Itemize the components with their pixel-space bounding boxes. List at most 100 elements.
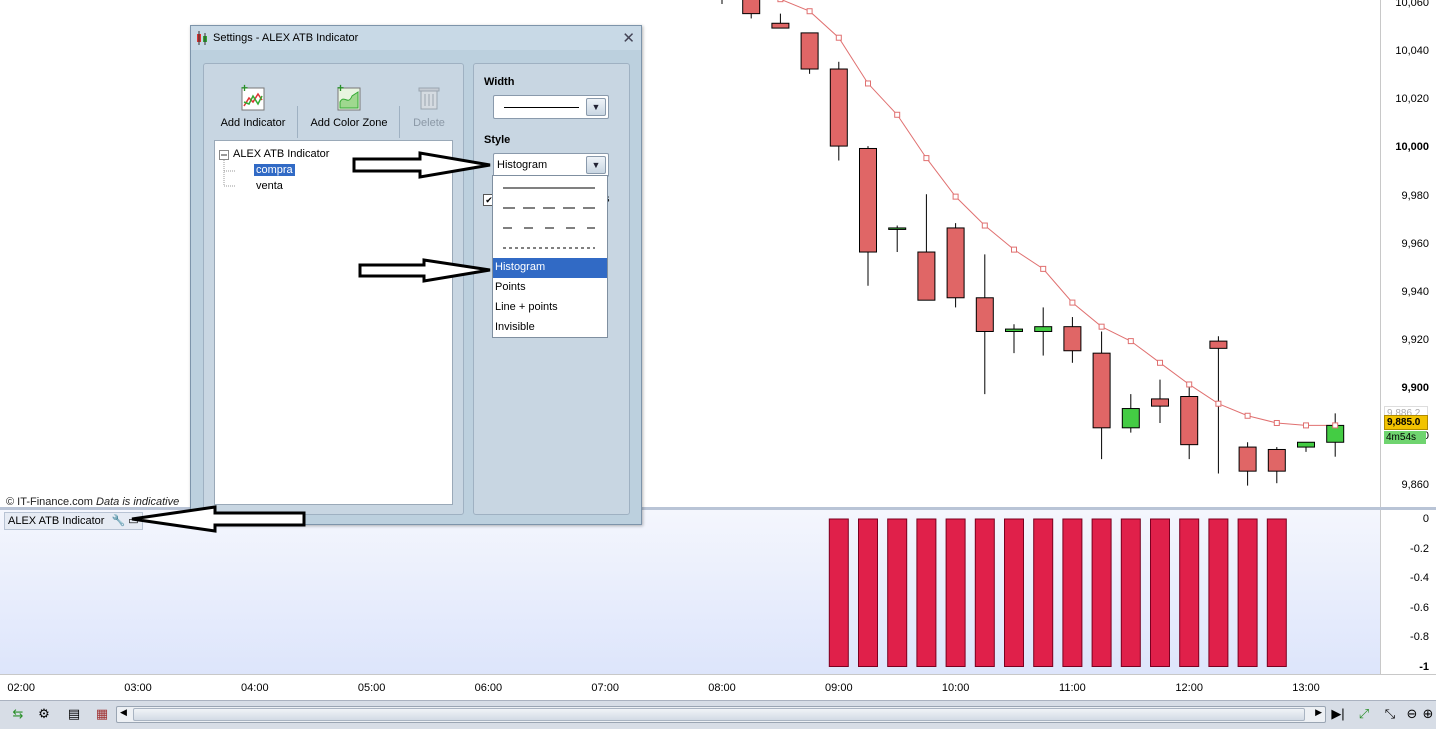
wrench-icon[interactable]: 🔧 (111, 515, 125, 527)
moving-average-point (1127, 338, 1134, 345)
style-option-solid[interactable] (493, 178, 607, 198)
indicator-list-panel: + Add Indicator + Add Color Zone Delete (203, 63, 464, 515)
bottom-toolbar: ⇆ ⚙ ▤ ▦ ◀ ▶ ▶| ⤢ ⤡ ⊖ ⊕ (0, 700, 1436, 729)
candle-body (1121, 408, 1140, 429)
indicator-axis-label: -0.4 (1410, 572, 1429, 584)
indicator-chart[interactable] (0, 510, 1380, 674)
price-axis-label: 10,020 (1395, 93, 1429, 106)
candle-body (1267, 448, 1286, 472)
moving-average-point (1332, 422, 1339, 429)
style-label: Style (484, 134, 511, 146)
candlestick-app-icon (197, 31, 207, 45)
time-axis-label: 13:00 (1292, 682, 1320, 694)
candle-body (800, 32, 819, 70)
indicator-label[interactable]: ALEX ATB Indicator 🔧 ▭ (4, 512, 143, 530)
chevron-down-icon[interactable]: ▼ (586, 156, 606, 174)
add-indicator-button[interactable]: + Add Indicator (209, 81, 297, 129)
time-axis-label: 09:00 (825, 682, 853, 694)
style-option-dotted[interactable] (493, 238, 607, 258)
time-axis-label: 08:00 (708, 682, 736, 694)
style-combo[interactable]: Histogram ▼ (493, 153, 609, 177)
time-axis-label: 02:00 (7, 682, 35, 694)
close-icon[interactable]: ✕ (622, 29, 635, 47)
window-icon[interactable]: ▭ (128, 515, 138, 527)
style-option-label: Histogram (495, 261, 546, 273)
style-option-invisible[interactable]: Invisible (493, 318, 607, 338)
moving-average-point (1157, 359, 1163, 366)
toolbar-divider (399, 106, 400, 138)
moving-average-point (806, 8, 813, 15)
histogram-bar (1033, 518, 1054, 667)
moving-average-point (1186, 381, 1193, 388)
trash-icon (418, 87, 440, 110)
moving-average-point (1069, 299, 1076, 306)
time-axis-label: 06:00 (474, 682, 503, 694)
moving-average-point (1011, 246, 1017, 253)
style-option-histogram[interactable]: Histogram (493, 258, 607, 278)
auto-scroll-icon[interactable]: ⤢ (1356, 706, 1372, 722)
chart-arrows-icon[interactable]: ⇆ (10, 706, 26, 722)
horizontal-scrollbar[interactable]: ◀ ▶ (116, 706, 1326, 723)
indicator-label-text: ALEX ATB Indicator (8, 515, 105, 527)
candle-body (1209, 340, 1228, 349)
style-dropdown-list: Histogram Points Line + points Invisible (492, 175, 608, 338)
style-option-long-dash[interactable] (493, 198, 607, 218)
candle-body (888, 227, 907, 230)
histogram-bar (1237, 518, 1258, 667)
candle-body (1092, 352, 1111, 429)
price-axis-label: 9,900 (1401, 382, 1429, 395)
indicator-settings-icon[interactable]: ⚙ (36, 706, 52, 722)
tree-item-venta[interactable]: venta (256, 180, 283, 192)
dialog-titlebar[interactable]: Settings - ALEX ATB Indicator ✕ (191, 26, 641, 50)
histogram-bar (1091, 518, 1112, 667)
style-option-dash[interactable] (493, 218, 607, 238)
add-indicator-label: Add Indicator (220, 117, 286, 129)
svg-text:+: + (337, 82, 344, 95)
chevron-down-icon[interactable]: ▼ (586, 98, 606, 116)
zoom-out-icon[interactable]: ⊖ (1404, 706, 1420, 722)
width-combo[interactable]: ▼ (493, 95, 609, 119)
countdown-tag: 4m54s (1384, 431, 1426, 444)
histogram-bar (828, 518, 849, 667)
indicator-axis-label: 0 (1422, 513, 1429, 525)
add-color-zone-button[interactable]: + Add Color Zone (302, 81, 396, 129)
histogram-bar (1004, 518, 1024, 667)
moving-average-point (1040, 265, 1047, 272)
scroll-left-icon[interactable]: ◀ (120, 707, 127, 718)
time-axis-label: 10:00 (941, 682, 970, 694)
width-preview-line (504, 107, 579, 108)
style-option-points[interactable]: Points (493, 278, 607, 298)
moving-average-point (981, 222, 988, 229)
candle-body (742, 0, 761, 15)
zoom-in-icon[interactable]: ⊕ (1420, 706, 1436, 722)
moving-average-point (894, 111, 901, 118)
moving-average-point (1098, 323, 1105, 330)
scroll-end-icon[interactable]: ▶| (1330, 706, 1346, 722)
histogram-bar (916, 518, 937, 667)
zoom-fit-icon[interactable]: ⤡ (1382, 706, 1398, 722)
price-axis-label: 10,060 (1395, 0, 1429, 9)
copyright-text: © IT-Finance.com (6, 496, 93, 508)
delete-button[interactable]: Delete (404, 82, 454, 129)
tree-item-compra[interactable]: compra (254, 164, 295, 176)
time-axis-label: 11:00 (1059, 682, 1086, 694)
style-option-label: Invisible (495, 321, 535, 333)
price-axis-label: 9,860 (1401, 478, 1429, 491)
disclaimer-text: Data is indicative (96, 496, 180, 508)
drawing-tools-icon[interactable]: ▤ (66, 706, 82, 722)
style-option-line-points[interactable]: Line + points (493, 298, 607, 318)
scroll-right-icon[interactable]: ▶ (1315, 707, 1322, 718)
scrollbar-thumb[interactable] (133, 708, 1305, 721)
trading-icon[interactable]: ▦ (94, 706, 110, 722)
candle-body (1034, 326, 1053, 332)
indicator-tree: ALEX ATB Indicator compra venta (214, 140, 453, 505)
delete-label: Delete (413, 117, 445, 129)
candle-body (917, 251, 936, 301)
moving-average-point (777, 0, 784, 3)
indicator-axis-label: -0.8 (1410, 631, 1429, 643)
tree-root-item[interactable]: ALEX ATB Indicator (233, 148, 329, 160)
moving-average-point (865, 80, 871, 87)
price-axis-label: 9,980 (1401, 189, 1429, 202)
indicator-chart-canvas (828, 518, 1287, 667)
price-axis-label: 10,000 (1395, 141, 1429, 154)
